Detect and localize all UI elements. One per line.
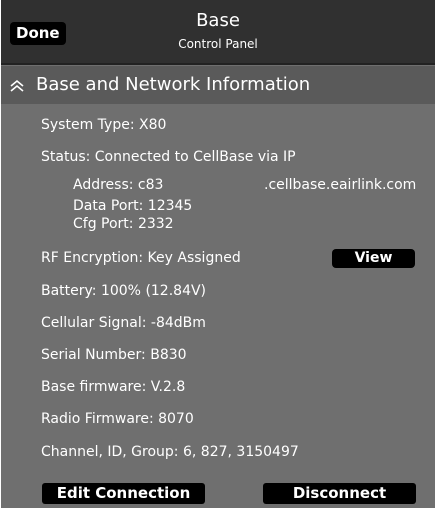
header-divider [1, 63, 435, 65]
data-port-text: Data Port: 12345 [73, 198, 193, 214]
page-title: Base [196, 10, 240, 31]
channel-id-group-text: Channel, ID, Group: 6, 827, 3150497 [41, 444, 299, 460]
title-bar: Done Base Control Panel [1, 0, 435, 63]
serial-number-text: Serial Number: B830 [41, 347, 187, 363]
view-button[interactable]: View [332, 249, 415, 268]
double-chevron-up-icon[interactable] [9, 78, 25, 94]
cellular-signal-text: Cellular Signal: -84dBm [41, 315, 206, 331]
control-panel: Done Base Control Panel Base and Network… [1, 0, 435, 508]
address-host: .cellbase.eairlink.com [264, 177, 417, 193]
section-title: Base and Network Information [36, 74, 311, 95]
rf-encryption-text: RF Encryption: Key Assigned [41, 250, 241, 266]
address-row: Address: c83 .cellbase.eairlink.com [73, 177, 416, 193]
battery-text: Battery: 100% (12.84V) [41, 283, 207, 299]
system-type-text: System Type: X80 [41, 117, 167, 133]
status-text: Status: Connected to CellBase via IP [41, 149, 296, 165]
section-header[interactable]: Base and Network Information [1, 66, 435, 104]
radio-firmware-text: Radio Firmware: 8070 [41, 411, 194, 427]
cfg-port-text: Cfg Port: 2332 [73, 216, 174, 232]
edit-connection-button[interactable]: Edit Connection [42, 483, 205, 504]
disconnect-button[interactable]: Disconnect [263, 483, 416, 504]
page-subtitle: Control Panel [178, 37, 258, 51]
address-label: Address: c83 [73, 177, 164, 193]
base-firmware-text: Base firmware: V.2.8 [41, 379, 186, 395]
